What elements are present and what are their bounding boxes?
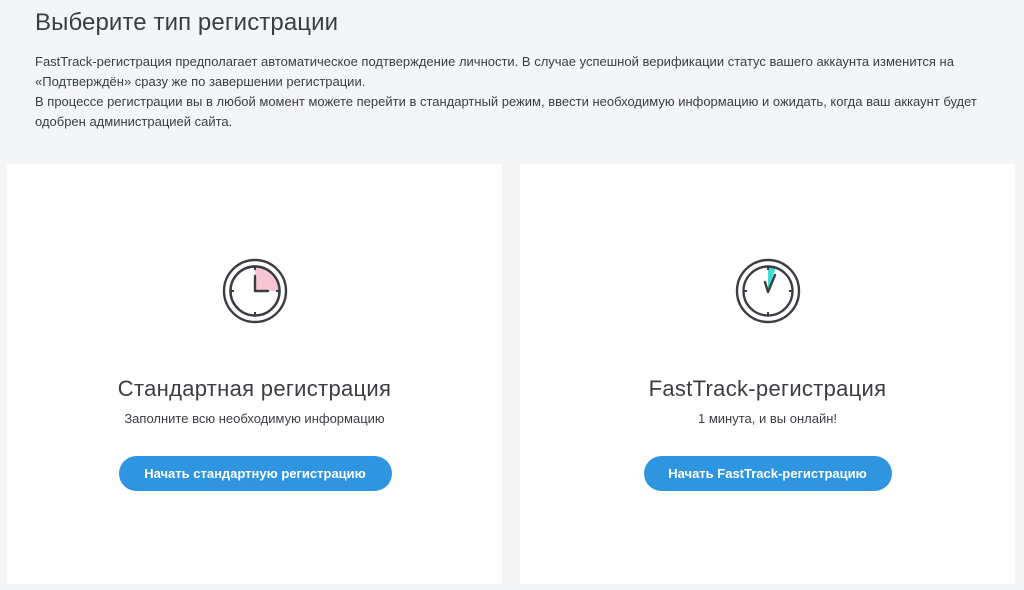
clock-icon — [222, 258, 287, 324]
intro-text: FastTrack-регистрация предполагает автом… — [35, 52, 985, 132]
start-standard-registration-button[interactable]: Начать стандартную регистрацию — [118, 456, 392, 491]
fasttrack-registration-title: FastTrack-регистрация — [648, 376, 887, 401]
intro-paragraph-standard: В процессе регистрации вы в любой момент… — [35, 94, 977, 129]
intro-paragraph-fasttrack: FastTrack-регистрация предполагает автом… — [35, 54, 954, 89]
start-fasttrack-registration-button[interactable]: Начать FastTrack-регистрацию — [643, 456, 892, 491]
fasttrack-registration-card: FastTrack-регистрация 1 минута, и вы онл… — [520, 164, 1015, 584]
standard-registration-subtitle: Заполните всю необходимую информацию — [124, 411, 385, 426]
standard-registration-title: Стандартная регистрация — [117, 376, 392, 401]
page-title: Выберите тип регистрации — [35, 9, 339, 36]
stopwatch-icon — [735, 258, 800, 324]
fasttrack-registration-subtitle: 1 минута, и вы онлайн! — [698, 411, 837, 426]
standard-registration-card: Стандартная регистрация Заполните всю не… — [7, 164, 502, 584]
